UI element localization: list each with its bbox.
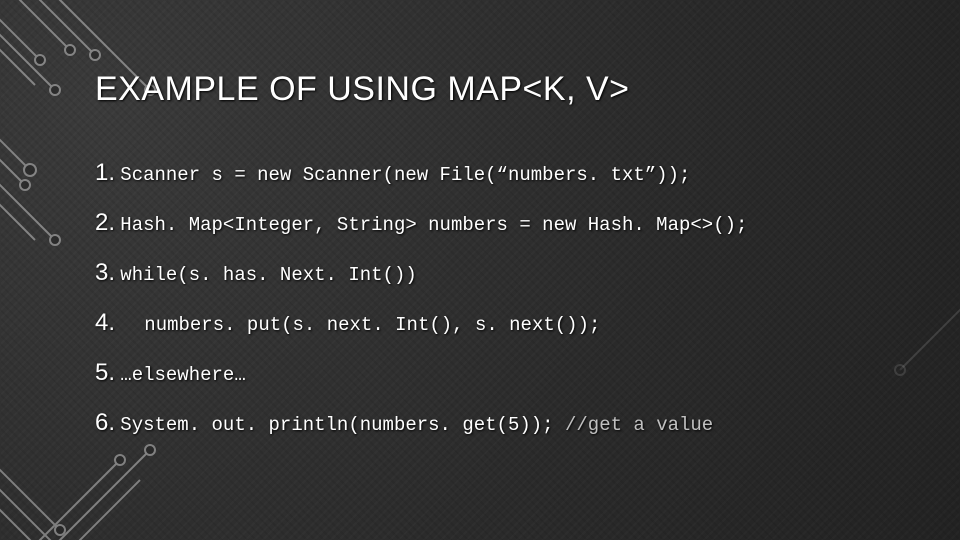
line-number: 2. — [95, 209, 115, 236]
line-code: …elsewhere… — [120, 364, 245, 386]
code-line: 3. while(s. has. Next. Int()) — [95, 259, 900, 287]
line-code: Hash. Map<Integer, String> numbers = new… — [120, 214, 747, 236]
line-number: 6. — [95, 409, 115, 436]
code-comment: //get a value — [565, 414, 713, 436]
slide-content: EXAMPLE OF USING MAP<K, V> 1. Scanner s … — [95, 70, 900, 459]
line-number: 4. — [95, 309, 115, 336]
line-number: 3. — [95, 259, 115, 286]
code-line: 6. System. out. println(numbers. get(5))… — [95, 409, 900, 437]
line-code: Scanner s = new Scanner(new File(“number… — [120, 164, 690, 186]
code-line: 1. Scanner s = new Scanner(new File(“num… — [95, 159, 900, 187]
line-number: 5. — [95, 359, 115, 386]
line-code: numbers. put(s. next. Int(), s. next()); — [120, 314, 600, 336]
line-code: while(s. has. Next. Int()) — [120, 264, 416, 286]
line-number: 1. — [95, 159, 115, 186]
code-line: 4. numbers. put(s. next. Int(), s. next(… — [95, 309, 900, 337]
line-code: System. out. println(numbers. get(5)); /… — [120, 414, 713, 436]
slide-title: EXAMPLE OF USING MAP<K, V> — [95, 70, 900, 109]
code-line: 5. …elsewhere… — [95, 359, 900, 387]
code-listing: 1. Scanner s = new Scanner(new File(“num… — [95, 159, 900, 437]
code-line: 2. Hash. Map<Integer, String> numbers = … — [95, 209, 900, 237]
